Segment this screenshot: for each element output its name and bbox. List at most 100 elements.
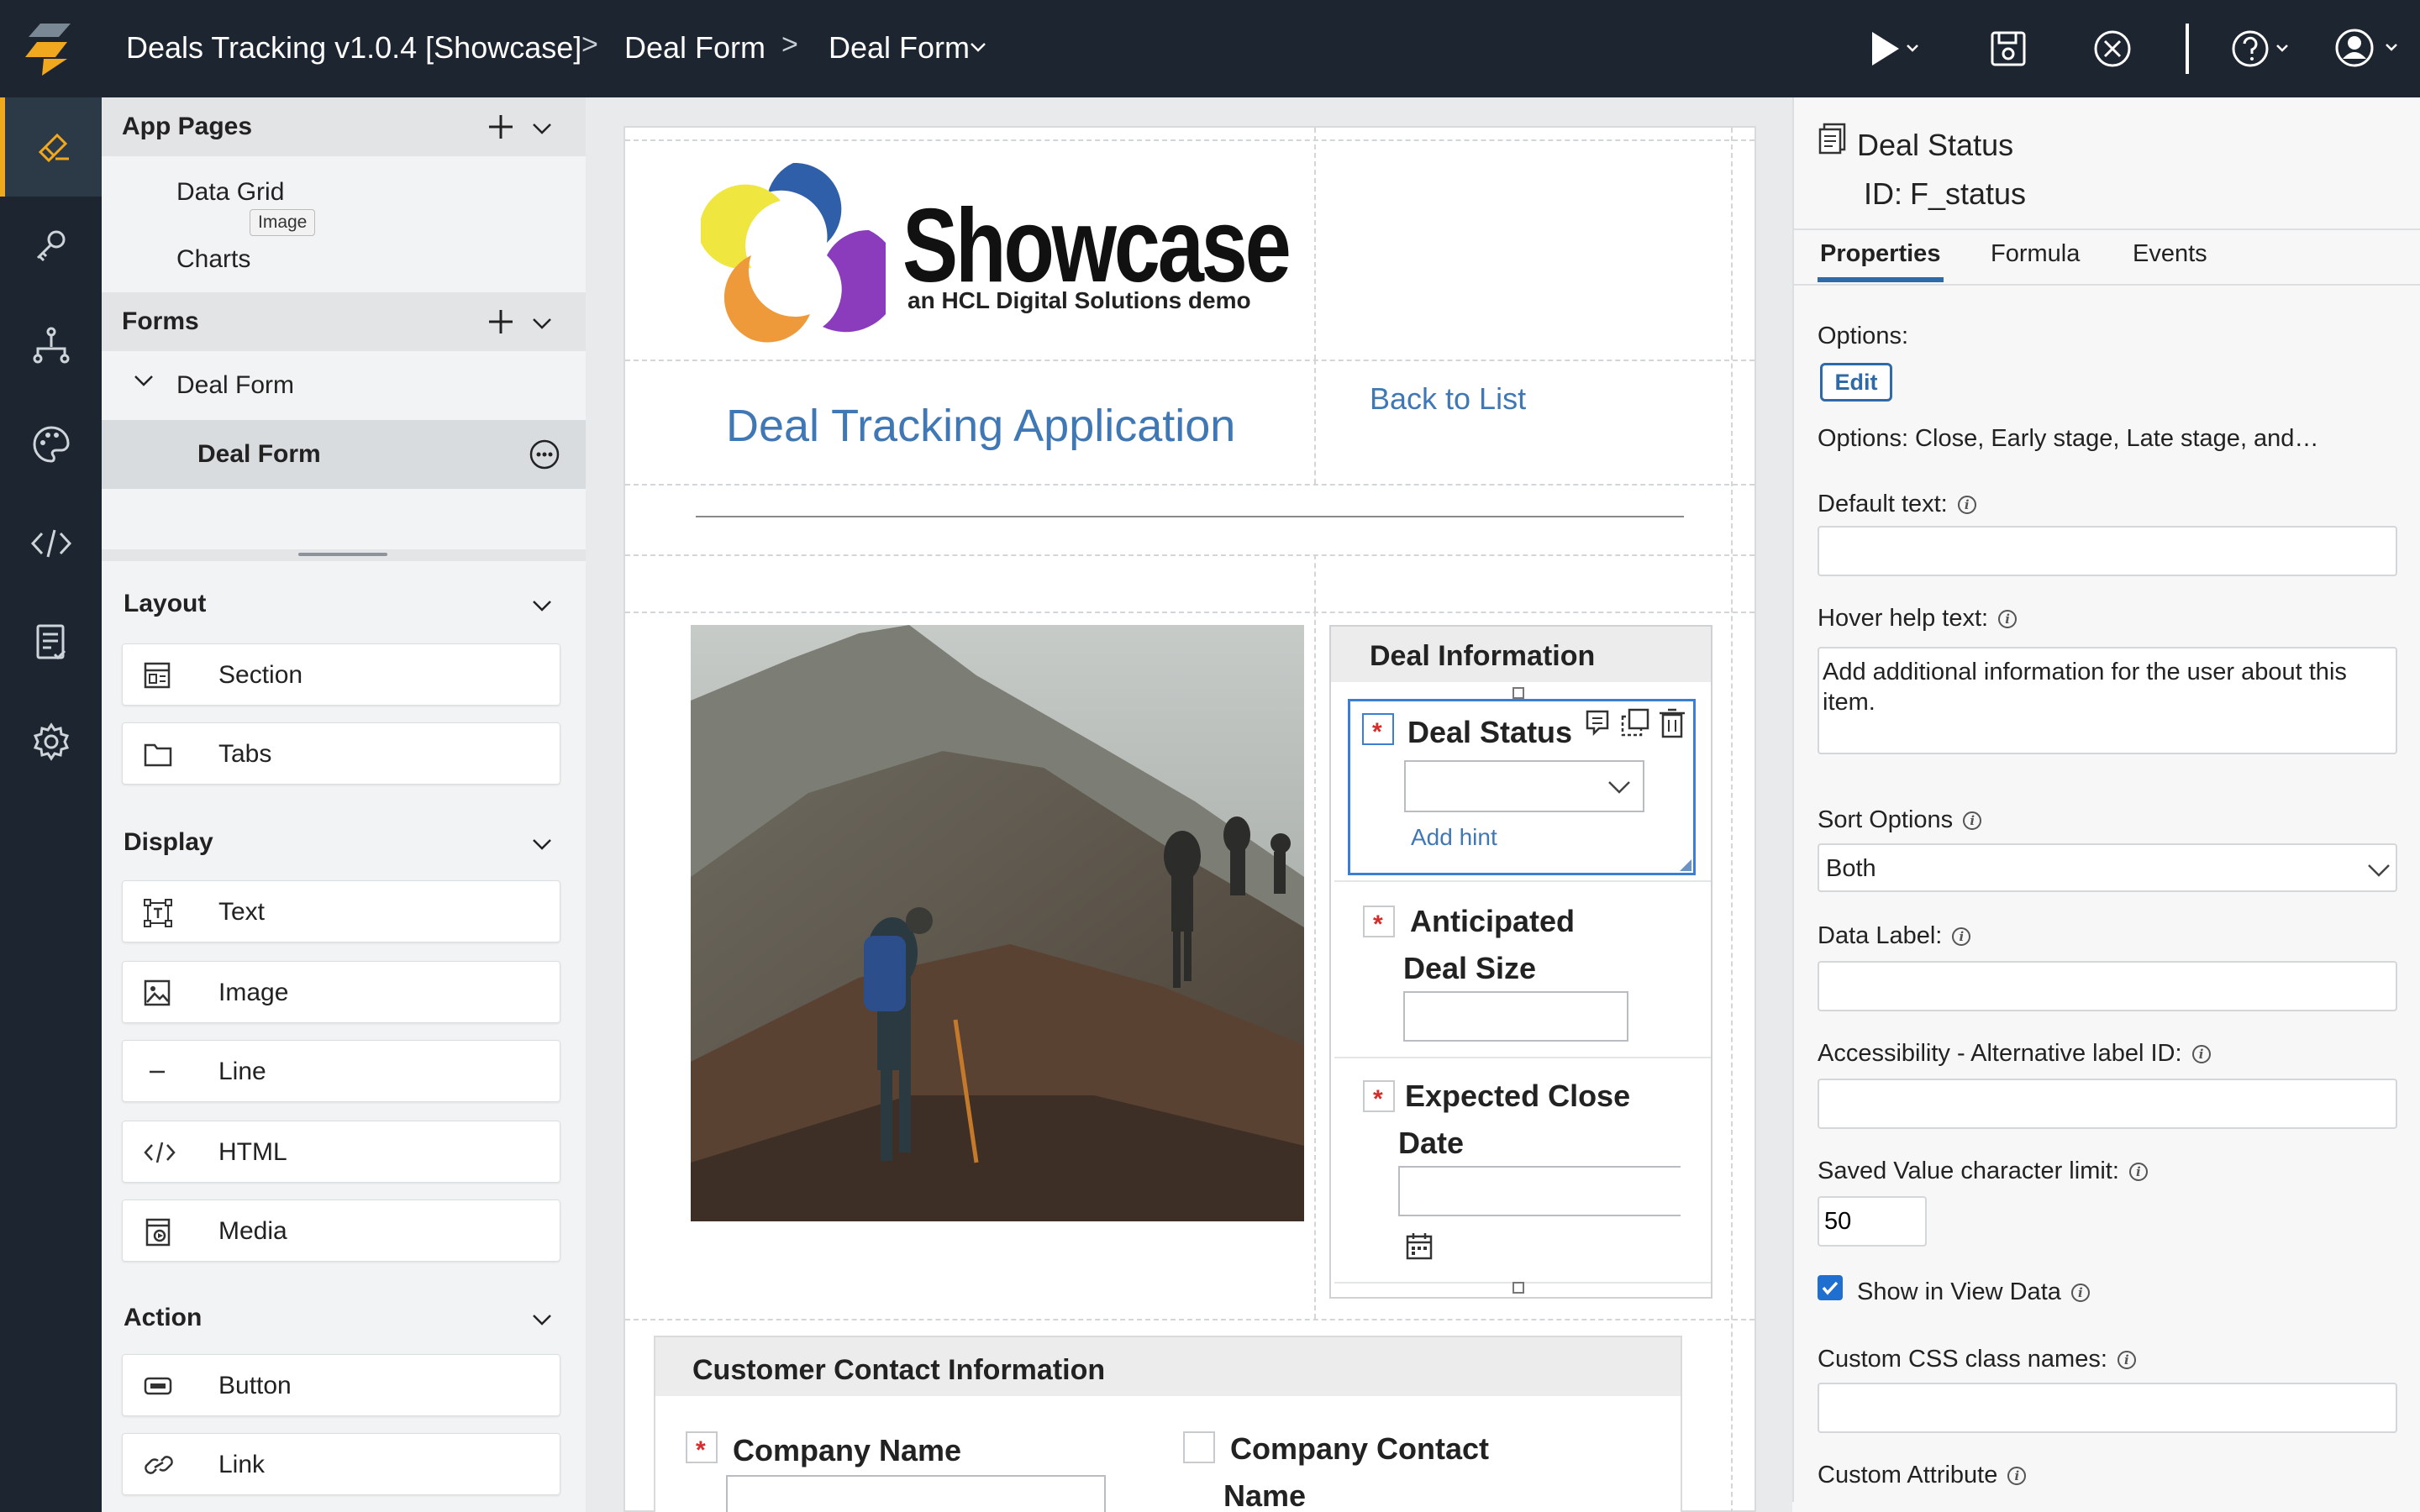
folder-icon (143, 740, 173, 769)
chevron-down-icon[interactable] (970, 42, 986, 52)
chevron-down-icon[interactable] (532, 1314, 552, 1326)
deal-size-input[interactable] (1403, 991, 1628, 1042)
palette-item-line[interactable]: Line (122, 1040, 560, 1102)
rail-data[interactable] (0, 593, 102, 692)
chevron-down-icon[interactable] (532, 600, 552, 612)
page-item-charts[interactable]: Charts (176, 245, 250, 274)
chevron-down-icon[interactable] (532, 838, 552, 850)
palette-item-label: Text (218, 898, 266, 926)
tab-events[interactable]: Events (2133, 240, 2207, 268)
label-text: Accessibility - Alternative label ID: (1818, 1040, 2182, 1067)
play-button[interactable] (1870, 30, 1921, 67)
label-text: Saved Value character limit: (1818, 1158, 2119, 1184)
breadcrumb-current[interactable]: Deal Form (829, 30, 970, 66)
chevron-down-icon[interactable] (532, 318, 552, 329)
resize-handle[interactable] (1512, 687, 1524, 699)
deal-status-select[interactable] (1404, 760, 1644, 812)
resize-grip-icon[interactable] (1680, 859, 1691, 871)
user-avatar-icon[interactable] (2334, 27, 2402, 69)
rail-access[interactable] (0, 197, 102, 296)
breadcrumb-separator: > (781, 29, 798, 60)
palette-item-tabs[interactable]: Tabs (122, 722, 560, 785)
tab-formula[interactable]: Formula (1991, 240, 2080, 268)
optional-marker (1183, 1431, 1215, 1463)
field-id-value: F_status (1910, 176, 2027, 211)
customer-contact-section[interactable]: Customer Contact Information Company Nam… (654, 1336, 1682, 1512)
info-icon[interactable]: i (1952, 927, 1971, 947)
info-icon[interactable]: i (1963, 811, 1982, 831)
css-class-input[interactable] (1818, 1383, 2397, 1433)
data-label-input[interactable] (1818, 961, 2397, 1011)
info-icon[interactable]: i (2070, 1284, 2090, 1303)
palette-item-link[interactable]: Link (122, 1433, 560, 1495)
deal-info-section[interactable]: Deal Information Deal Status Add hint (1329, 625, 1712, 1299)
deal-status-field-selected[interactable]: Deal Status Add hint (1348, 699, 1696, 875)
label-text: Data Label: (1818, 922, 1943, 949)
sort-options-value: Both (1826, 855, 1876, 882)
palette-item-image[interactable]: Image (122, 961, 560, 1023)
palette-item-label: HTML (218, 1138, 287, 1166)
info-icon[interactable]: i (2128, 1163, 2148, 1182)
sort-options-select[interactable]: Both (1818, 843, 2397, 892)
default-text-input[interactable] (1818, 526, 2397, 576)
info-icon[interactable]: i (2191, 1045, 2211, 1064)
breadcrumb-form[interactable]: Deal Form (624, 30, 765, 66)
palette-item-text[interactable]: Text (122, 880, 560, 942)
palette-item-html[interactable]: HTML (122, 1121, 560, 1183)
company-name-input[interactable] (726, 1475, 1106, 1512)
a11y-input[interactable] (1818, 1079, 2397, 1129)
palette-panel: App Pages Data Grid Image Charts Forms D… (102, 97, 586, 1512)
more-options-icon[interactable] (529, 438, 560, 470)
rail-style[interactable] (0, 395, 102, 494)
back-to-list-link[interactable]: Back to List (1370, 381, 1526, 417)
options-summary: Options: Close, Early stage, Late stage,… (1818, 425, 2319, 452)
help-icon[interactable] (2230, 29, 2291, 69)
form-item-selected[interactable]: Deal Form (102, 420, 586, 489)
resize-handle[interactable] (1512, 1282, 1524, 1294)
check-icon (1822, 1281, 1839, 1295)
palette-icon (33, 426, 70, 463)
save-icon[interactable] (1990, 30, 2027, 67)
tab-properties[interactable]: Properties (1820, 240, 1940, 268)
hover-help-textarea[interactable]: Add additional information for the user … (1818, 647, 2397, 754)
hikers-photo[interactable] (691, 625, 1304, 1221)
rail-code[interactable] (0, 494, 102, 593)
chevron-down-icon[interactable] (134, 375, 154, 386)
duplicate-icon (1621, 708, 1649, 737)
breadcrumb-app[interactable]: Deals Tracking v1.0.4 [Showcase] (126, 30, 581, 66)
form-item-label: Deal Form (197, 440, 321, 468)
form-group-deal-form[interactable]: Deal Form (176, 371, 294, 400)
rail-workflow[interactable] (0, 296, 102, 395)
palette-item-section[interactable]: Section (122, 643, 560, 706)
edit-options-button[interactable]: Edit (1820, 363, 1892, 402)
close-circle-icon[interactable] (2092, 29, 2133, 69)
add-page-icon[interactable] (487, 113, 515, 141)
forms-title: Forms (122, 307, 199, 335)
char-limit-input[interactable] (1818, 1196, 1927, 1247)
divider (1792, 228, 2420, 230)
panel-fade (1792, 1502, 2420, 1512)
info-icon[interactable]: i (2117, 1351, 2136, 1370)
chevron-down-icon[interactable] (532, 123, 552, 134)
palette-item-button[interactable]: Button (122, 1354, 560, 1416)
show-in-view-label: Show in View Data i (1857, 1278, 2090, 1306)
breadcrumb-separator: > (581, 29, 598, 60)
close-date-input[interactable] (1398, 1166, 1681, 1216)
palette-item-media[interactable]: Media (122, 1200, 560, 1262)
info-icon[interactable]: i (1998, 610, 2018, 629)
add-hint-link[interactable]: Add hint (1411, 824, 1497, 851)
splitter-handle[interactable] (298, 553, 387, 556)
info-icon[interactable]: i (1957, 496, 1976, 515)
info-icon[interactable]: i (2007, 1467, 2027, 1486)
rail-settings[interactable] (0, 692, 102, 791)
show-in-view-checkbox[interactable] (1818, 1275, 1843, 1300)
page-item-data-grid[interactable]: Data Grid (176, 178, 284, 207)
rail-design[interactable] (0, 97, 102, 197)
add-form-icon[interactable] (487, 307, 515, 336)
tooltip: Image (250, 209, 316, 236)
calendar-icon[interactable] (1405, 1231, 1434, 1260)
logo-subtitle: an HCL Digital Solutions demo (908, 287, 1251, 313)
char-limit-label: Saved Value character limit: i (1818, 1158, 2148, 1185)
grid-line (625, 612, 1754, 613)
forms-header: Forms (102, 292, 586, 351)
